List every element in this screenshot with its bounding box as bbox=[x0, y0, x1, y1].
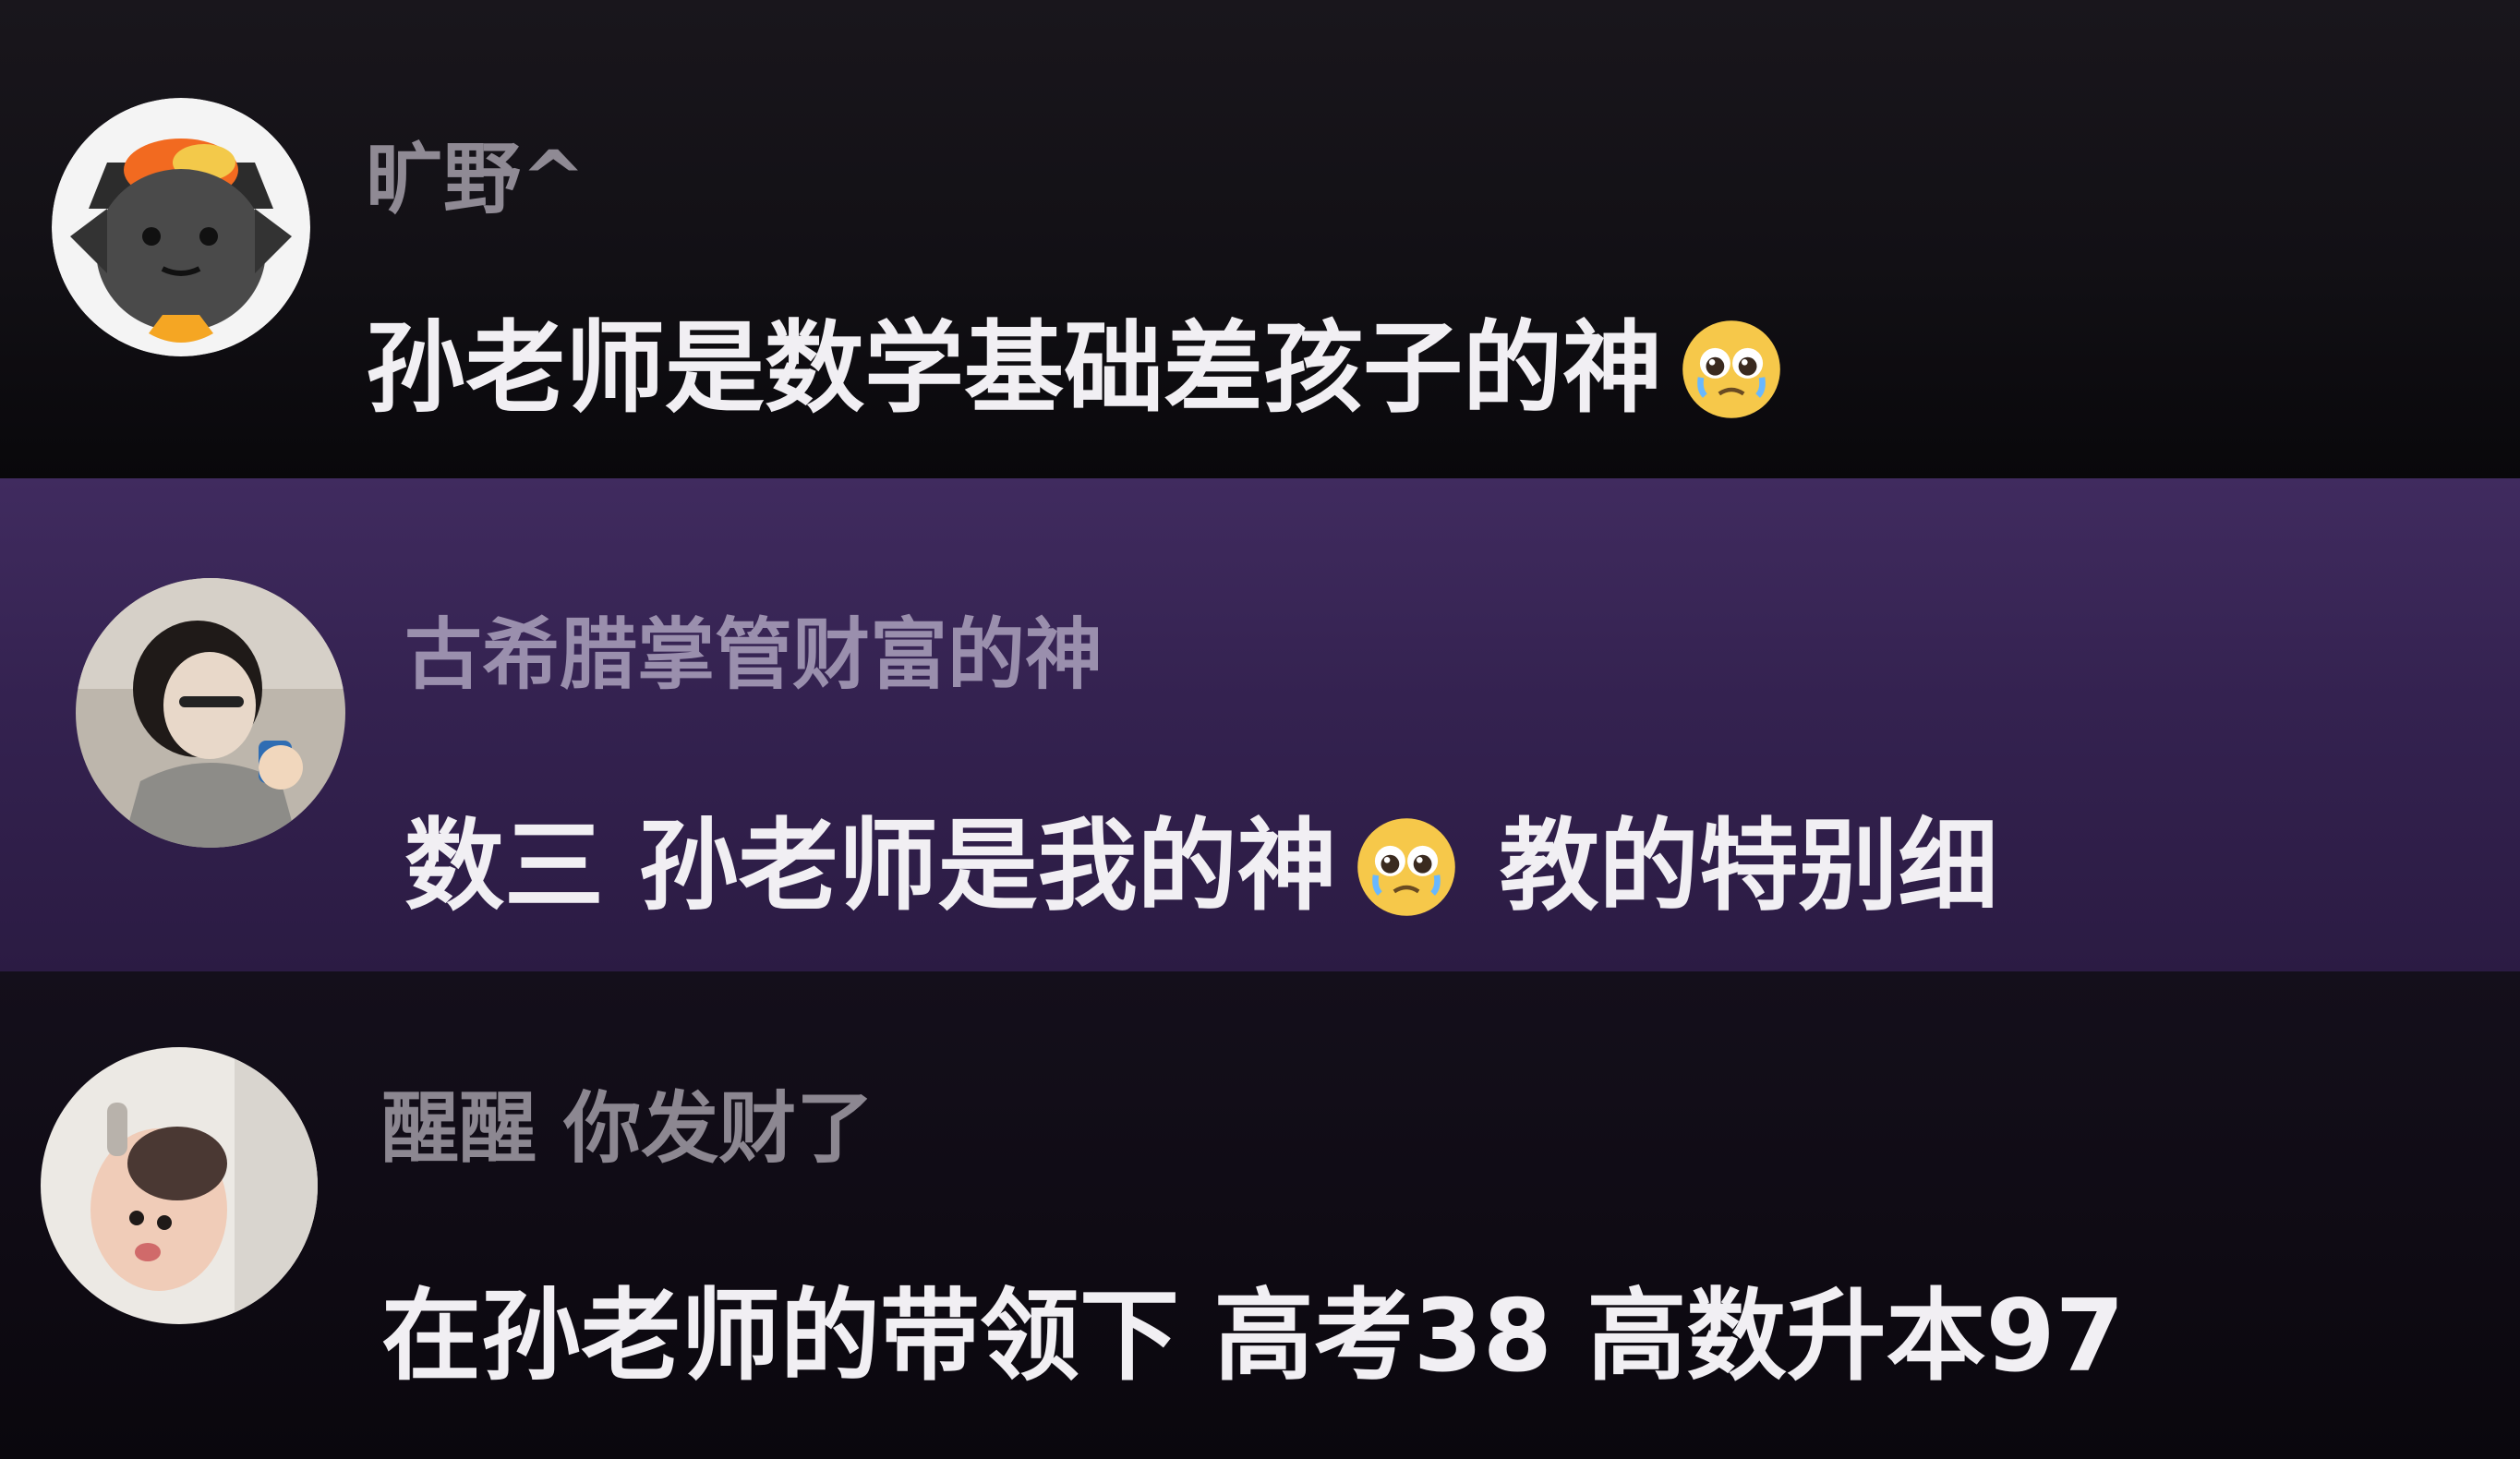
comment-text: 数三 孙老师是我的神 教的特别细 bbox=[404, 812, 1998, 918]
avatar[interactable] bbox=[41, 1047, 318, 1324]
comment-text-part-1: 数三 孙老师是我的神 bbox=[404, 809, 1337, 925]
comment-username[interactable]: 旷野^ bbox=[366, 140, 585, 218]
pleading-face-icon bbox=[1682, 320, 1780, 419]
comment-item[interactable]: 古希腊掌管财富的神 数三 孙老师是我的神 教的特别细 bbox=[0, 478, 2520, 971]
comment-username[interactable]: 古希腊掌管财富的神 bbox=[404, 616, 1103, 693]
avatar[interactable] bbox=[52, 98, 310, 356]
baby-photo-avatar-icon bbox=[41, 1047, 318, 1324]
comment-text: 在孙老师的带领下 高考38 高数升本97 bbox=[381, 1279, 2125, 1394]
comment-list: 旷野^ 孙老师是数学基础差孩子的神 古希腊掌管财富的神 数三 孙老师是我的神 教… bbox=[0, 0, 2520, 1459]
cartoon-bird-avatar-icon bbox=[52, 98, 310, 356]
person-photo-avatar-icon bbox=[76, 578, 345, 848]
comment-item[interactable]: 醒醒 你发财了 在孙老师的带领下 高考38 高数升本97 bbox=[0, 971, 2520, 1459]
comment-username[interactable]: 醒醒 你发财了 bbox=[381, 1090, 874, 1167]
comment-text-part-2: 教的特别细 bbox=[1499, 809, 1998, 925]
comment-item[interactable]: 旷野^ 孙老师是数学基础差孩子的神 bbox=[0, 0, 2520, 478]
comment-text: 孙老师是数学基础差孩子的神 bbox=[366, 314, 1801, 420]
pleading-face-icon bbox=[1356, 818, 1455, 917]
avatar[interactable] bbox=[76, 578, 345, 848]
comment-text-body: 孙老师是数学基础差孩子的神 bbox=[366, 311, 1663, 428]
